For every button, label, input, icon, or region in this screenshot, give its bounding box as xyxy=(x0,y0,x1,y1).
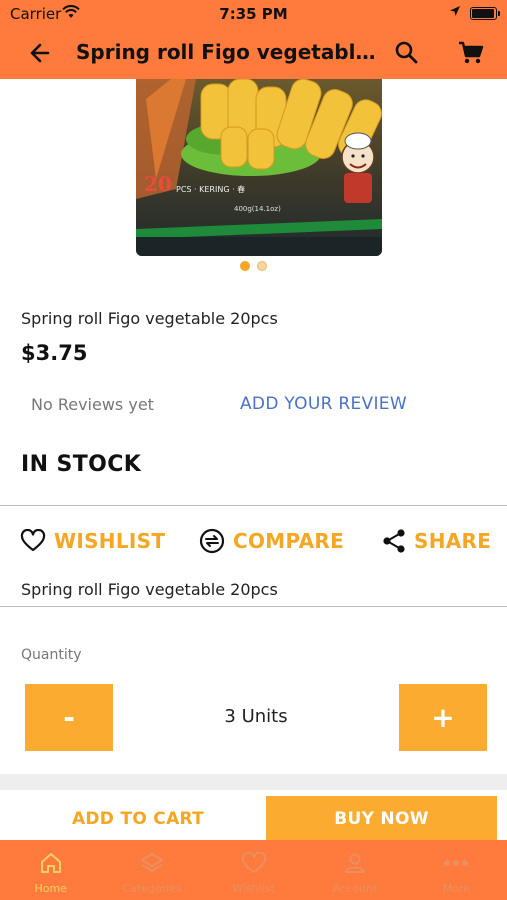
tab-label: More xyxy=(442,882,470,895)
share-label: SHARE xyxy=(414,529,492,553)
tab-wishlist[interactable]: Wishlist xyxy=(203,840,304,900)
app-header: Spring roll Figo vegetable 20pcs xyxy=(0,28,507,79)
home-icon xyxy=(40,853,61,873)
product-description: Spring roll Figo vegetable 20pcs xyxy=(21,580,278,599)
pager-dot[interactable] xyxy=(257,261,267,271)
tab-home[interactable]: Home xyxy=(0,840,101,900)
battery-level xyxy=(472,9,494,18)
pack-count-text: 20 xyxy=(144,172,172,196)
tab-categories[interactable]: Categories xyxy=(101,840,202,900)
search-icon[interactable] xyxy=(392,38,422,68)
share-button[interactable]: SHARE xyxy=(382,526,491,556)
person-icon xyxy=(344,853,365,873)
tab-account[interactable]: Account xyxy=(304,840,405,900)
tab-label: Home xyxy=(34,882,67,895)
divider xyxy=(0,606,507,607)
section-separator xyxy=(0,774,507,790)
product-package-graphic: 20 PCS · KERING · 春 400g(14.1oz) xyxy=(136,79,382,256)
pack-subtitle-text: PCS · KERING · 春 xyxy=(176,184,245,194)
pack-weight-text: 400g(14.1oz) xyxy=(234,205,281,213)
tab-label: Categories xyxy=(122,882,182,895)
tab-label: Account xyxy=(332,882,378,895)
heart-outline-icon xyxy=(20,529,46,552)
heart-icon xyxy=(241,852,266,873)
compare-icon xyxy=(199,528,225,554)
quantity-value: 3 Units xyxy=(224,706,288,727)
back-arrow-icon[interactable] xyxy=(26,38,56,68)
add-to-cart-button[interactable]: ADD TO CART xyxy=(10,796,266,842)
share-icon xyxy=(383,529,405,553)
location-arrow-icon xyxy=(450,6,460,16)
wishlist-button[interactable]: WISHLIST xyxy=(20,526,165,556)
quantity-label: Quantity xyxy=(21,647,82,663)
status-time: 7:35 PM xyxy=(219,5,288,23)
reviews-status: No Reviews yet xyxy=(31,395,154,414)
layers-icon xyxy=(141,853,164,872)
quantity-increment-button[interactable]: + xyxy=(399,684,487,751)
tab-label: Wishlist xyxy=(232,882,275,895)
tab-more[interactable]: More xyxy=(406,840,507,900)
compare-label: COMPARE xyxy=(233,529,345,553)
product-price: $3.75 xyxy=(21,341,88,365)
image-pager-dots xyxy=(240,261,267,271)
pager-dot-active[interactable] xyxy=(240,261,250,271)
battery-icon xyxy=(470,7,500,20)
compare-button[interactable]: COMPARE xyxy=(199,526,344,556)
bottom-tab-bar: Home Categories Wishlist Account More xyxy=(0,840,507,900)
product-image[interactable]: 20 PCS · KERING · 春 400g(14.1oz) xyxy=(136,79,382,256)
page-title: Spring roll Figo vegetable 20pcs xyxy=(76,40,376,64)
add-review-link[interactable]: ADD YOUR REVIEW xyxy=(240,394,407,414)
cart-icon[interactable] xyxy=(456,38,486,68)
status-bar: Carrier 7:35 PM xyxy=(0,0,507,28)
divider xyxy=(0,505,507,506)
product-name: Spring roll Figo vegetable 20pcs xyxy=(21,309,278,328)
stock-status: IN STOCK xyxy=(21,452,142,477)
buy-now-button[interactable]: BUY NOW xyxy=(266,796,497,842)
more-dots-icon xyxy=(444,860,469,866)
wishlist-label: WISHLIST xyxy=(54,529,166,553)
quantity-decrement-button[interactable]: - xyxy=(25,684,113,751)
